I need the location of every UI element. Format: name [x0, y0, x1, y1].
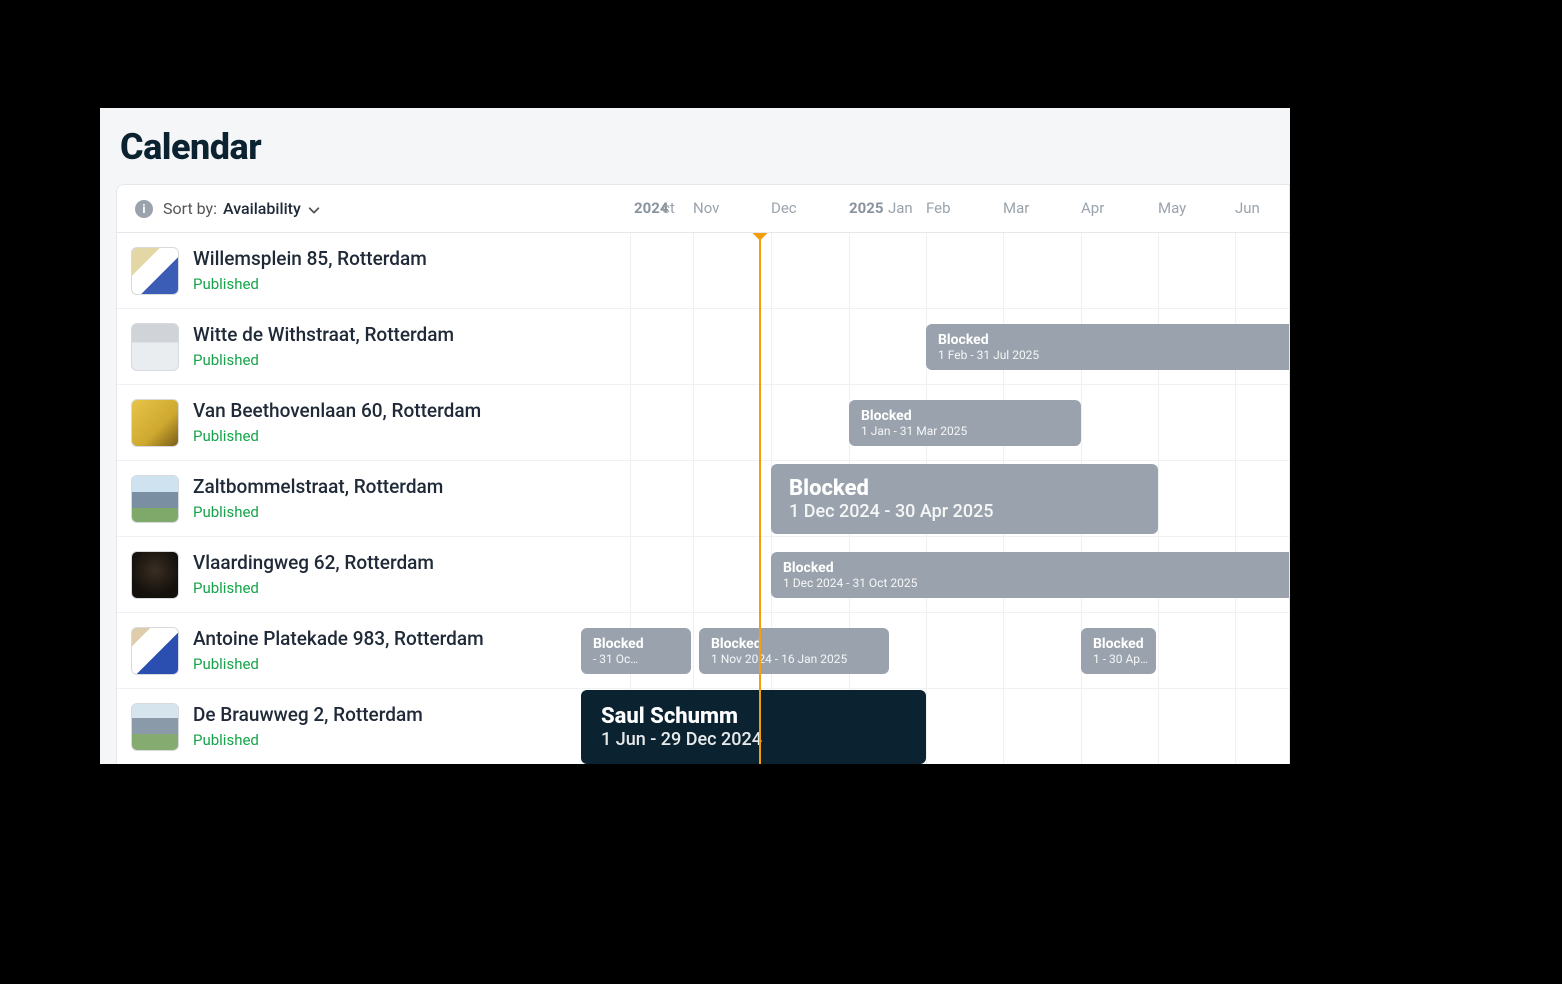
property-name: De Brauwweg 2, Rotterdam — [193, 704, 423, 727]
property-cell[interactable]: Willemsplein 85, Rotterdam Published — [117, 247, 529, 295]
block-dates: 1 Dec 2024 - 31 Oct 2025 — [783, 576, 1290, 590]
month-label: Jun — [1235, 199, 1260, 217]
property-cell[interactable]: Van Beethovenlaan 60, Rotterdam Published — [117, 399, 529, 447]
property-row: Willemsplein 85, Rotterdam Published — [117, 233, 1289, 309]
block-title: Blocked — [783, 560, 1290, 576]
month-label: Feb — [926, 199, 951, 217]
month-label: Jan — [888, 199, 913, 217]
property-thumbnail[interactable] — [131, 551, 179, 599]
blocked-block[interactable]: Blocked- 31 Oc… — [581, 628, 691, 674]
blocked-block[interactable]: Blocked1 Feb - 31 Jul 2025 — [926, 324, 1290, 370]
block-dates: 1 - 30 Ap… — [1093, 652, 1144, 666]
info-icon[interactable]: i — [135, 200, 153, 218]
blocked-block[interactable]: Blocked1 Dec 2024 - 30 Apr 2025 — [771, 464, 1158, 534]
block-title: Blocked — [861, 408, 1069, 424]
property-row: Zaltbommelstraat, Rotterdam Published Bloc… — [117, 461, 1289, 537]
property-name: Vlaardingweg 62, Rotterdam — [193, 552, 434, 575]
property-status: Published — [193, 275, 427, 293]
block-dates: 1 Jun - 29 Dec 2024 — [601, 729, 906, 750]
block-title: Blocked — [593, 636, 679, 652]
block-dates: 1 Nov 2024 - 16 Jan 2025 — [711, 652, 877, 666]
property-name: Willemsplein 85, Rotterdam — [193, 248, 427, 271]
property-thumbnail[interactable] — [131, 475, 179, 523]
block-dates: 1 Dec 2024 - 30 Apr 2025 — [789, 501, 1140, 522]
blocked-block[interactable]: Blocked1 Jan - 31 Mar 2025 — [849, 400, 1081, 446]
toolbar: i Sort by: Availability 2024ct Nov Dec 2025… — [117, 185, 1289, 233]
property-name: Witte de Withstraat, Rotterdam — [193, 324, 454, 347]
block-title: Blocked — [938, 332, 1290, 348]
blocked-block[interactable]: Blocked1 - 30 Ap… — [1081, 628, 1156, 674]
today-line — [759, 232, 761, 764]
month-label: ct — [662, 199, 675, 217]
property-status: Published — [193, 427, 481, 445]
property-status: Published — [193, 351, 454, 369]
booking-block[interactable]: Saul Schumm1 Jun - 29 Dec 2024 — [581, 690, 926, 764]
property-name: Antoine Platekade 983, Rotterdam — [193, 628, 484, 651]
month-label: Nov — [693, 199, 719, 217]
property-row: Vlaardingweg 62, Rotterdam Published Block… — [117, 537, 1289, 613]
sort-by-label: Sort by: — [163, 199, 217, 218]
property-cell[interactable]: Witte de Withstraat, Rotterdam Published — [117, 323, 529, 371]
property-name: Van Beethovenlaan 60, Rotterdam — [193, 400, 481, 423]
block-dates: - 31 Oc… — [593, 652, 679, 666]
property-status: Published — [193, 503, 443, 521]
page-title: Calendar — [100, 108, 1290, 184]
property-cell[interactable]: Vlaardingweg 62, Rotterdam Published — [117, 551, 529, 599]
property-row: Van Beethovenlaan 60, Rotterdam Published… — [117, 385, 1289, 461]
year-label: 2025 — [849, 199, 883, 217]
property-thumbnail[interactable] — [131, 703, 179, 751]
property-cell[interactable]: Antoine Platekade 983, Rotterdam Publishe… — [117, 627, 529, 675]
block-title: Saul Schumm — [601, 704, 906, 729]
property-thumbnail[interactable] — [131, 323, 179, 371]
blocked-block[interactable]: Blocked1 Dec 2024 - 31 Oct 2025 — [771, 552, 1290, 598]
property-thumbnail[interactable] — [131, 399, 179, 447]
month-label: May — [1158, 199, 1186, 217]
block-dates: 1 Feb - 31 Jul 2025 — [938, 348, 1290, 362]
month-label: Dec — [771, 199, 797, 217]
sort-by-value[interactable]: Availability — [223, 199, 301, 218]
year-label: 2024 — [634, 199, 668, 217]
property-row: De Brauwweg 2, Rotterdam Published Saul Sc… — [117, 689, 1289, 764]
block-title: Blocked — [789, 476, 1140, 501]
property-status: Published — [193, 655, 484, 673]
month-label: Mar — [1003, 199, 1029, 217]
property-name: Zaltbommelstraat, Rotterdam — [193, 476, 443, 499]
timeline-cell[interactable] — [529, 233, 1289, 308]
calendar-card: i Sort by: Availability 2024ct Nov Dec 2025… — [116, 184, 1290, 764]
property-cell[interactable]: Zaltbommelstraat, Rotterdam Published — [117, 475, 529, 523]
calendar-body: Willemsplein 85, RotterdamPublishedWitte… — [117, 233, 1289, 764]
property-thumbnail[interactable] — [131, 247, 179, 295]
property-status: Published — [193, 579, 434, 597]
blocked-block[interactable]: Blocked1 Nov 2024 - 16 Jan 2025 — [699, 628, 889, 674]
chevron-down-icon[interactable] — [307, 202, 321, 216]
property-row: Antoine Platekade 983, Rotterdam Publishe… — [117, 613, 1289, 689]
property-status: Published — [193, 731, 423, 749]
month-label: Apr — [1081, 199, 1104, 217]
block-title: Blocked — [1093, 636, 1144, 652]
property-row: Witte de Withstraat, Rotterdam Published B… — [117, 309, 1289, 385]
block-dates: 1 Jan - 31 Mar 2025 — [861, 424, 1069, 438]
block-title: Blocked — [711, 636, 877, 652]
property-cell[interactable]: De Brauwweg 2, Rotterdam Published — [117, 703, 529, 751]
property-thumbnail[interactable] — [131, 627, 179, 675]
